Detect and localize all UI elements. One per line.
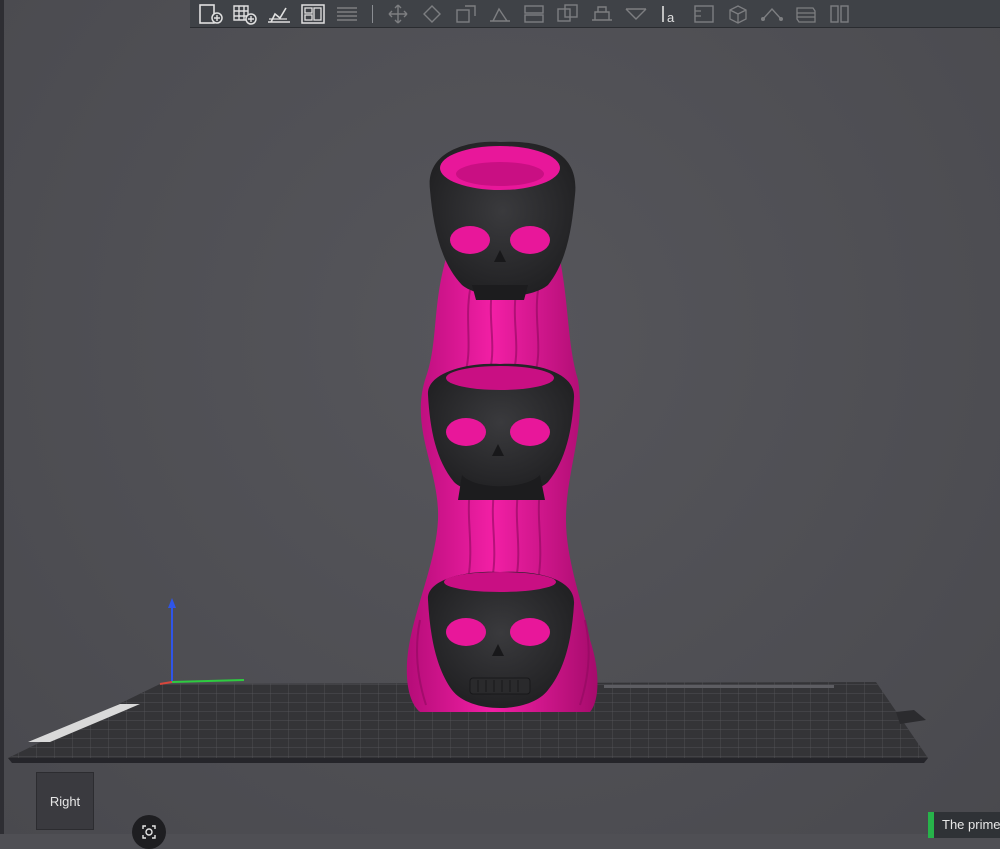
bed-tab bbox=[896, 710, 926, 724]
camera-icon bbox=[142, 825, 156, 839]
z-axis-arrow-icon bbox=[168, 598, 176, 608]
notification-toast[interactable]: The prime bbox=[928, 812, 1000, 838]
notification-text: The prime bbox=[942, 817, 1000, 832]
x-axis bbox=[171, 679, 245, 683]
view-cube[interactable]: Right bbox=[36, 772, 94, 830]
view-cube-label: Right bbox=[49, 793, 81, 809]
y-axis bbox=[159, 681, 173, 685]
model-skull-tower[interactable] bbox=[406, 141, 598, 712]
3d-scene bbox=[8, 141, 928, 763]
camera-reset-button[interactable] bbox=[132, 815, 166, 849]
axis-gizmo bbox=[159, 598, 245, 685]
